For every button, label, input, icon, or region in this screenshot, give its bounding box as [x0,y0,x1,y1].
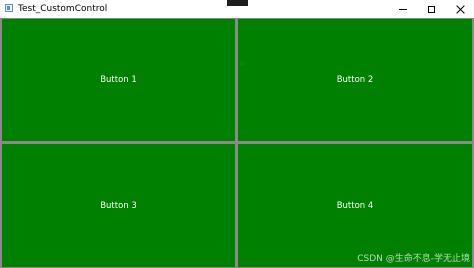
minimize-button[interactable] [389,0,417,18]
maximize-icon [427,5,435,13]
minimize-icon [399,8,407,10]
button-1-label: Button 1 [100,75,137,85]
button-2[interactable]: Button 2 [238,19,472,141]
button-4[interactable]: Button 4 [238,144,472,267]
debug-toolbar-handle[interactable] [227,0,248,6]
button-2-label: Button 2 [336,75,374,85]
maximize-button[interactable] [417,0,445,18]
button-3-label: Button 3 [100,200,137,211]
client-area: Button 1 Button 2 Button 3 Button 4 ◇ CS… [0,18,474,268]
button-3[interactable]: Button 3 [2,144,235,267]
watermark: CSDN @生命不息-学无止境 [357,254,470,264]
close-button[interactable] [446,0,474,18]
title-bar[interactable]: Test_CustomControl [0,0,474,18]
mouse-cursor-icon: ◇ [240,60,245,67]
button-4-label: Button 4 [336,200,374,211]
window-title: Test_CustomControl [18,4,108,14]
app-window-icon [5,4,13,12]
button-1[interactable]: Button 1 [2,19,235,141]
close-icon [456,5,465,14]
